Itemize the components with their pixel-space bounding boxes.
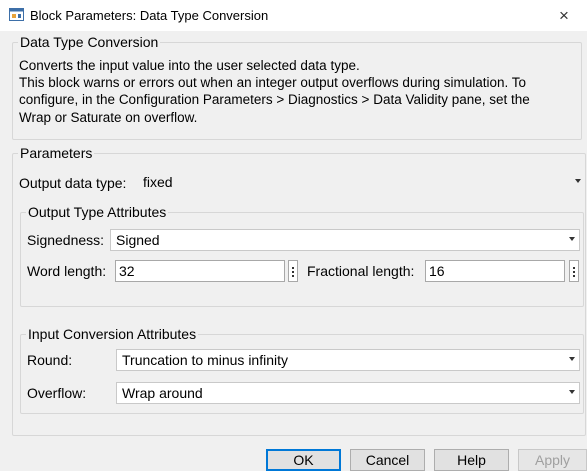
description-line: configure, in the Configuration Paramete… [19, 92, 530, 108]
input-conversion-attributes-legend: Input Conversion Attributes [26, 326, 199, 342]
word-length-spinner[interactable] [288, 260, 298, 282]
output-type-attributes-legend: Output Type Attributes [26, 204, 169, 220]
title-bar: Block Parameters: Data Type Conversion × [0, 0, 587, 31]
word-length-label: Word length: [27, 263, 107, 279]
round-label: Round: [27, 352, 73, 368]
chevron-down-icon [569, 237, 575, 241]
description-line: This block warns or errors out when an i… [19, 75, 527, 91]
fractional-length-spinner[interactable] [569, 260, 579, 282]
signedness-value: Signed [116, 232, 160, 248]
cancel-button[interactable]: Cancel [350, 449, 425, 471]
fractional-length-label: Fractional length: [307, 263, 415, 279]
apply-button[interactable]: Apply [518, 449, 587, 471]
dialog-content: Data Type Conversion Converts the input … [0, 31, 587, 471]
round-value: Truncation to minus infinity [122, 352, 288, 368]
overflow-dropdown[interactable]: Wrap around [116, 382, 580, 404]
round-dropdown[interactable]: Truncation to minus infinity [116, 349, 580, 371]
chevron-down-icon [569, 390, 575, 394]
fractional-length-input[interactable] [425, 260, 565, 282]
spinner-dots-icon [573, 267, 575, 269]
description-line: Wrap or Saturate on overflow. [19, 109, 198, 125]
close-button[interactable]: × [541, 0, 587, 31]
block-group-legend: Data Type Conversion [18, 34, 161, 50]
overflow-value: Wrap around [122, 385, 203, 401]
description-line: Converts the input value into the user s… [19, 58, 360, 73]
close-icon: × [559, 6, 569, 25]
ok-button[interactable]: OK [266, 449, 341, 471]
output-data-type-label: Output data type: [19, 175, 127, 191]
signedness-dropdown[interactable]: Signed [110, 229, 580, 251]
chevron-down-icon [575, 179, 581, 183]
chevron-down-icon [569, 357, 575, 361]
help-button[interactable]: Help [434, 449, 509, 471]
overflow-label: Overflow: [27, 385, 87, 401]
block-description: Converts the input value into the user s… [19, 57, 581, 126]
parameters-legend: Parameters [18, 145, 95, 161]
output-data-type-dropdown[interactable]: fixed [138, 172, 585, 194]
signedness-label: Signedness: [27, 232, 105, 248]
spinner-dots-icon [292, 267, 294, 269]
output-data-type-value: fixed [143, 174, 173, 190]
window-title: Block Parameters: Data Type Conversion [30, 8, 269, 23]
simulink-block-icon [9, 8, 24, 21]
word-length-input[interactable] [115, 260, 285, 282]
